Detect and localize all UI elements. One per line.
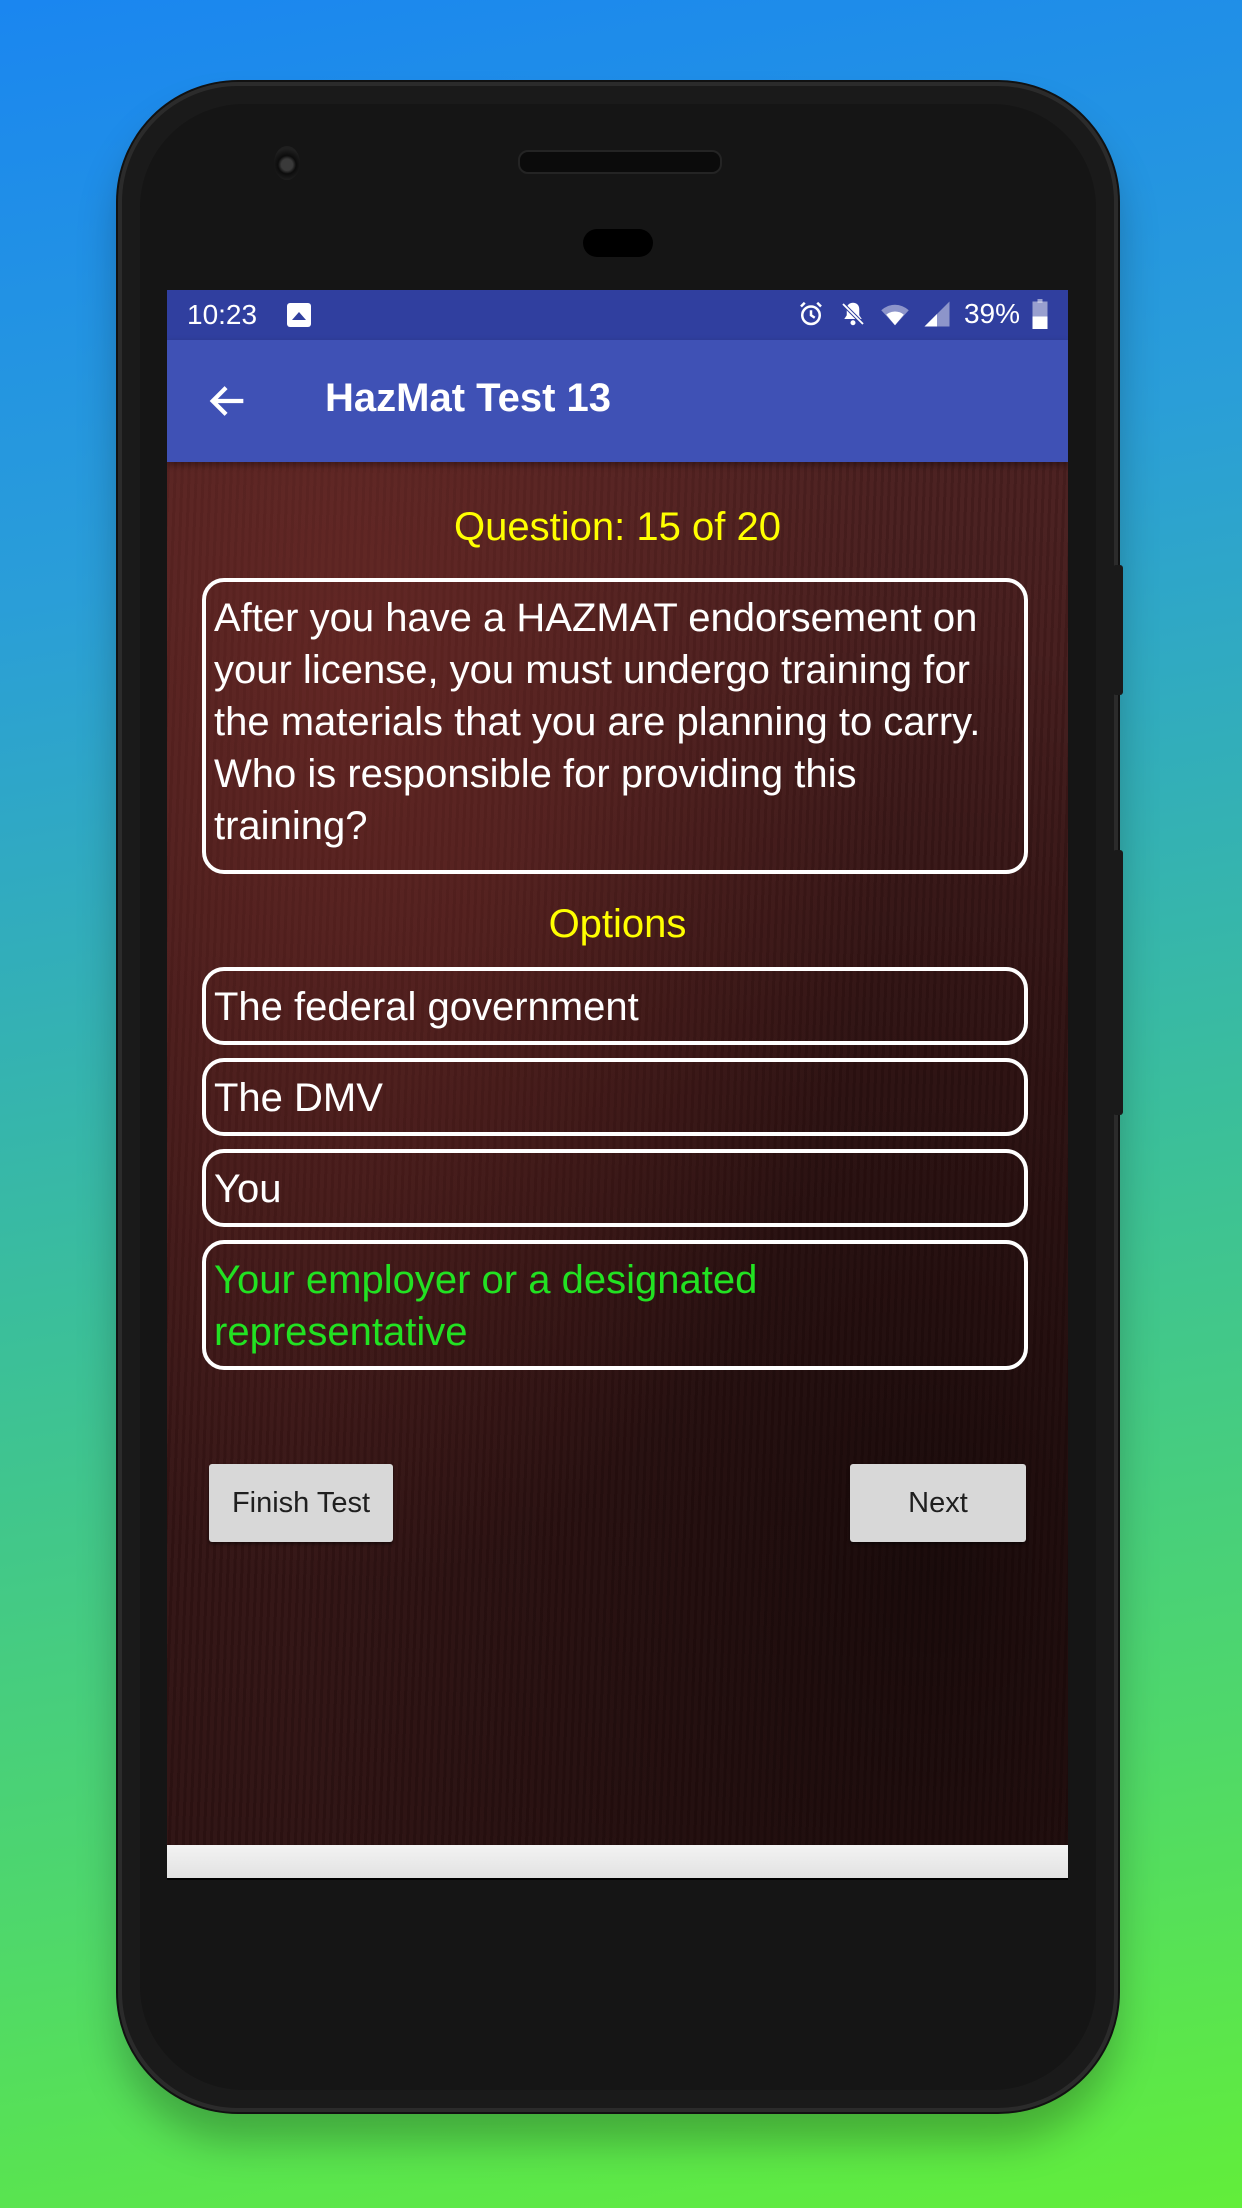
status-time: 10:23 <box>187 299 258 330</box>
option-2[interactable]: The DMV <box>202 1058 1028 1136</box>
finish-test-button[interactable]: Finish Test <box>209 1464 393 1542</box>
next-button[interactable]: Next <box>850 1464 1026 1542</box>
page-title: HazMat Test 13 <box>325 376 612 420</box>
proximity-sensor <box>583 229 653 257</box>
option-3[interactable]: You <box>202 1149 1028 1227</box>
options-heading: Options <box>548 902 687 946</box>
app-bar: HazMat Test 13 <box>167 340 1068 462</box>
option-4-correct[interactable]: Your employer or a designated representa… <box>202 1240 1028 1370</box>
image-icon <box>287 303 311 327</box>
screen: 10:23 39% HazMat Test 13 Question: 15 of… <box>167 290 1068 1880</box>
front-camera <box>274 146 300 180</box>
wifi-icon <box>881 304 909 326</box>
battery-percent: 39% <box>963 298 1020 329</box>
arrow-back-icon[interactable] <box>205 378 251 424</box>
power-button <box>1113 850 1123 1115</box>
status-bar: 10:23 39% <box>167 290 1068 340</box>
volume-button <box>1113 565 1123 695</box>
signal-icon <box>924 301 950 327</box>
alarm-icon <box>800 301 822 326</box>
question-text: After you have a HAZMAT endorsement on y… <box>202 578 1028 874</box>
notifications-off-icon <box>841 302 865 326</box>
quiz-content: Question: 15 of 20 After you have a HAZM… <box>167 462 1068 1845</box>
option-1[interactable]: The federal government <box>202 967 1028 1045</box>
battery-icon <box>1032 299 1048 329</box>
question-counter: Question: 15 of 20 <box>454 505 781 549</box>
earpiece-speaker <box>518 150 722 174</box>
bottom-bar <box>167 1845 1068 1878</box>
